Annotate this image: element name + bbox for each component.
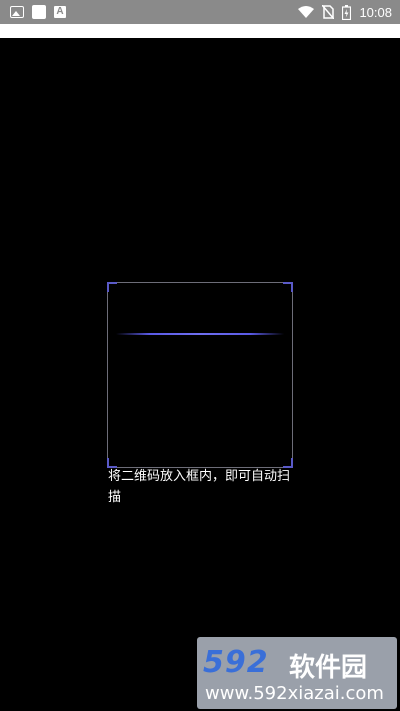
watermark-logo: 592	[203, 645, 269, 680]
scan-frame-corner-top-right	[283, 282, 293, 292]
qr-scanner-screen: A 10:08 将二维码放入框内，即可自动扫描 592 软件园 www.592x…	[0, 0, 400, 711]
square-app-icon	[32, 5, 46, 19]
status-time: 10:08	[359, 4, 392, 20]
wifi-icon	[298, 5, 315, 18]
a-app-icon: A	[54, 6, 66, 18]
status-bar: A 10:08	[0, 0, 400, 24]
watermark: 592 软件园 www.592xiazai.com	[197, 637, 397, 709]
scan-hint-text: 将二维码放入框内，即可自动扫描	[108, 469, 291, 505]
watermark-url: www.592xiazai.com	[205, 683, 384, 704]
battery-icon	[342, 4, 352, 20]
scan-frame	[107, 282, 293, 468]
scan-line	[116, 333, 284, 335]
status-bar-system: 10:08	[298, 3, 392, 21]
status-bar-notifications: A	[10, 4, 66, 20]
scan-frame-corner-top-left	[107, 282, 117, 292]
toolbar-strip	[0, 24, 400, 38]
no-sim-icon	[322, 5, 335, 19]
gallery-icon	[10, 6, 24, 18]
watermark-brand: 软件园	[289, 653, 368, 683]
